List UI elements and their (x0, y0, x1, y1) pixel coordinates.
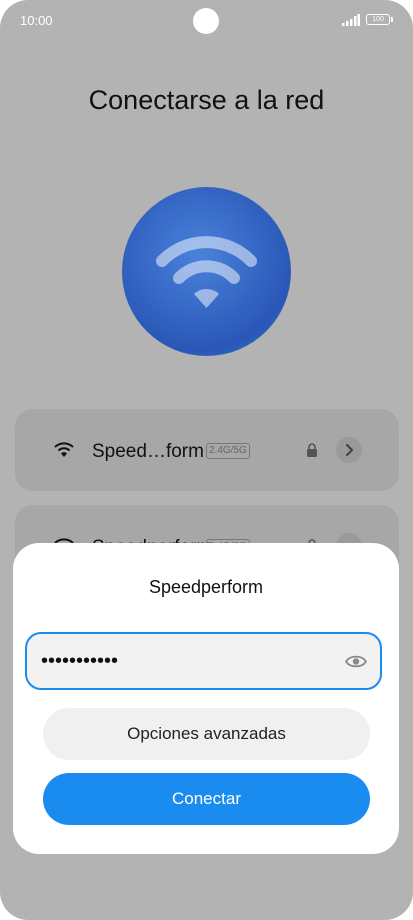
battery-level: 100 (372, 16, 384, 23)
wifi-icon (54, 442, 74, 457)
signal-icon (342, 14, 360, 26)
wifi-icon (156, 236, 257, 308)
network-item-1[interactable]: Speed…form 2.4G/5G (15, 409, 399, 491)
network-details-button[interactable] (336, 437, 362, 463)
chevron-right-icon (345, 443, 354, 457)
password-value: ••••••••••• (41, 650, 119, 672)
dialog-title: Speedperform (148, 577, 264, 597)
lock-icon (307, 443, 317, 457)
connect-button[interactable]: Conectar (43, 773, 370, 825)
status-bar: 10:00 100 (0, 0, 413, 40)
eye-icon[interactable] (345, 654, 367, 669)
battery-icon: 100 (366, 14, 390, 25)
wifi-hero-illustration (122, 187, 291, 356)
status-time: 10:00 (20, 13, 53, 28)
page-title: Conectarse a la red (88, 85, 325, 115)
advanced-options-button[interactable]: Opciones avanzadas (43, 708, 370, 760)
network-name: Speed…form (92, 441, 204, 462)
password-dialog: Speedperform ••••••••••• Opciones avanza… (13, 543, 399, 854)
band-badge: 2.4G/5G (206, 443, 250, 459)
phone-screen: 10:00 100 Conectarse a la red Speed…form… (0, 0, 413, 920)
battery-cap (391, 17, 393, 22)
password-input[interactable]: ••••••••••• (25, 632, 382, 690)
front-camera (193, 8, 219, 34)
